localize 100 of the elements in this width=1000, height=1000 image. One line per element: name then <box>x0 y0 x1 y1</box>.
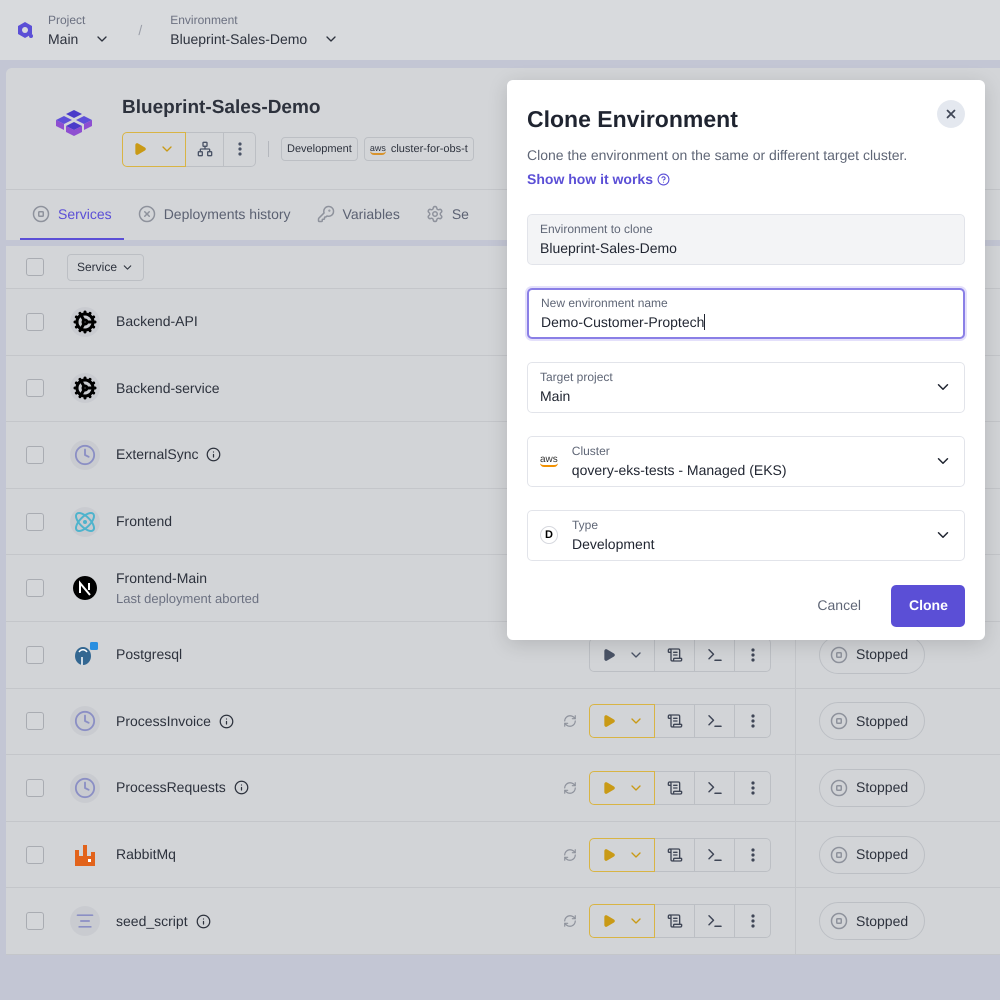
service-name[interactable]: ProcessInvoice <box>116 710 211 732</box>
select-field[interactable]: D Type Development <box>527 510 965 560</box>
aws-logo: aws <box>370 144 386 154</box>
tag-text: cluster-for-obs-t <box>390 142 468 157</box>
more-icon <box>750 914 754 928</box>
more-button[interactable] <box>224 132 256 166</box>
network-button[interactable] <box>186 132 224 166</box>
service-name[interactable]: Frontend-Main <box>116 568 208 589</box>
breadcrumb-label: Environment <box>170 12 239 28</box>
clock-icon <box>70 772 100 803</box>
field-label: Type <box>572 516 600 534</box>
select-field[interactable]: aws Cluster qovery-eks-tests - Managed (EKS) <box>527 436 965 486</box>
clone-button[interactable]: Clone <box>891 584 965 626</box>
checkbox[interactable] <box>26 512 44 531</box>
more-icon <box>750 848 754 862</box>
atom-icon <box>70 506 100 537</box>
more-icon <box>238 142 242 156</box>
more-icon <box>750 714 754 728</box>
select-field[interactable]: Target project Main <box>527 362 965 412</box>
field-label: Target project <box>540 368 614 386</box>
breadcrumb-label: Project <box>48 12 86 28</box>
more-icon <box>750 648 754 662</box>
scroll-icon <box>666 846 682 863</box>
tab[interactable]: Variables <box>304 190 412 240</box>
checkbox[interactable] <box>26 646 44 664</box>
logs-button[interactable] <box>655 770 695 805</box>
checkbox[interactable] <box>26 446 44 464</box>
stop-icon <box>830 846 848 864</box>
type-badge: D <box>540 526 558 544</box>
field-value: Development <box>572 534 656 554</box>
breadcrumb-separator: / <box>138 20 142 40</box>
sort-dropdown[interactable]: Service <box>67 254 144 280</box>
stop-icon <box>830 646 848 664</box>
cog-icon <box>70 306 100 337</box>
environment-title: Blueprint-Sales-Demo <box>122 96 322 120</box>
stop-icon <box>830 912 848 930</box>
tab[interactable]: Services <box>20 190 124 240</box>
scroll-icon <box>666 913 682 930</box>
play-icon <box>602 648 616 662</box>
play-icon <box>602 914 616 928</box>
cancel-icon <box>138 205 156 223</box>
checkbox[interactable] <box>26 312 44 331</box>
service-name[interactable]: Postgresql <box>116 644 182 666</box>
breadcrumb-dropdown[interactable]: Main <box>48 28 110 50</box>
dialog-description: Clone the environment on the same or different target cluster. <box>527 146 908 165</box>
logs-button[interactable] <box>655 904 695 938</box>
status-text: Stopped <box>856 845 908 864</box>
aws-logo: aws <box>540 455 558 467</box>
status-text: Stopped <box>856 645 908 664</box>
scroll-icon <box>666 780 682 796</box>
service-name[interactable]: seed_script <box>116 910 188 932</box>
stop-icon <box>830 712 848 730</box>
checkbox[interactable] <box>26 379 44 398</box>
breadcrumb-dropdown[interactable]: Blueprint-Sales-Demo <box>170 28 340 50</box>
service-name[interactable]: Frontend <box>116 511 172 532</box>
terminal-button[interactable] <box>695 704 735 738</box>
play-icon <box>602 714 616 728</box>
tab[interactable]: Se <box>414 190 481 240</box>
checkbox[interactable] <box>26 846 44 864</box>
checkbox[interactable] <box>26 778 44 797</box>
more-icon <box>750 780 754 795</box>
logs-button[interactable] <box>655 838 695 872</box>
cog-icon <box>70 373 100 404</box>
field-label: New environment name <box>541 294 669 312</box>
text-cursor <box>704 314 706 330</box>
status-text: Stopped <box>856 778 908 798</box>
logs-button[interactable] <box>655 704 695 738</box>
stop-icon <box>830 778 848 797</box>
close-button[interactable] <box>937 100 965 128</box>
service-name[interactable]: Backend-API <box>116 311 198 332</box>
service-name[interactable]: ExternalSync <box>116 444 198 466</box>
help-icon <box>657 172 670 186</box>
dialog-title: Clone Environment <box>527 105 738 134</box>
checkbox[interactable] <box>26 579 44 598</box>
terminal-button[interactable] <box>695 770 735 805</box>
scroll-icon <box>666 713 682 730</box>
text-field[interactable]: New environment name Demo-Customer-Proptech <box>527 288 965 338</box>
field-value: Demo-Customer-Proptech <box>541 312 704 332</box>
checkbox[interactable] <box>26 912 44 930</box>
field-value: qovery-eks-tests - Managed (EKS) <box>572 460 788 480</box>
status-text: Stopped <box>856 712 908 731</box>
tag-text: Development <box>287 142 352 157</box>
play-icon <box>133 142 147 156</box>
service-name[interactable]: Backend-service <box>116 378 220 399</box>
network-icon <box>196 141 212 157</box>
stop-icon <box>32 205 50 223</box>
field-label: Cluster <box>572 442 611 460</box>
field-value: Blueprint-Sales-Demo <box>540 238 677 258</box>
status-text: Stopped <box>856 912 908 931</box>
terminal-button[interactable] <box>695 904 735 938</box>
help-link[interactable]: Show how it works <box>527 168 670 190</box>
service-name[interactable]: RabbitMq <box>116 844 176 866</box>
tab[interactable]: Deployments history <box>126 190 303 240</box>
checkbox[interactable] <box>26 258 44 276</box>
terminal-button[interactable] <box>695 838 735 872</box>
service-subtitle: Last deployment aborted <box>116 590 260 608</box>
clock-icon <box>70 706 100 736</box>
cancel-button[interactable]: Cancel <box>799 584 879 626</box>
checkbox[interactable] <box>26 712 44 730</box>
service-name[interactable]: ProcessRequests <box>116 777 226 798</box>
